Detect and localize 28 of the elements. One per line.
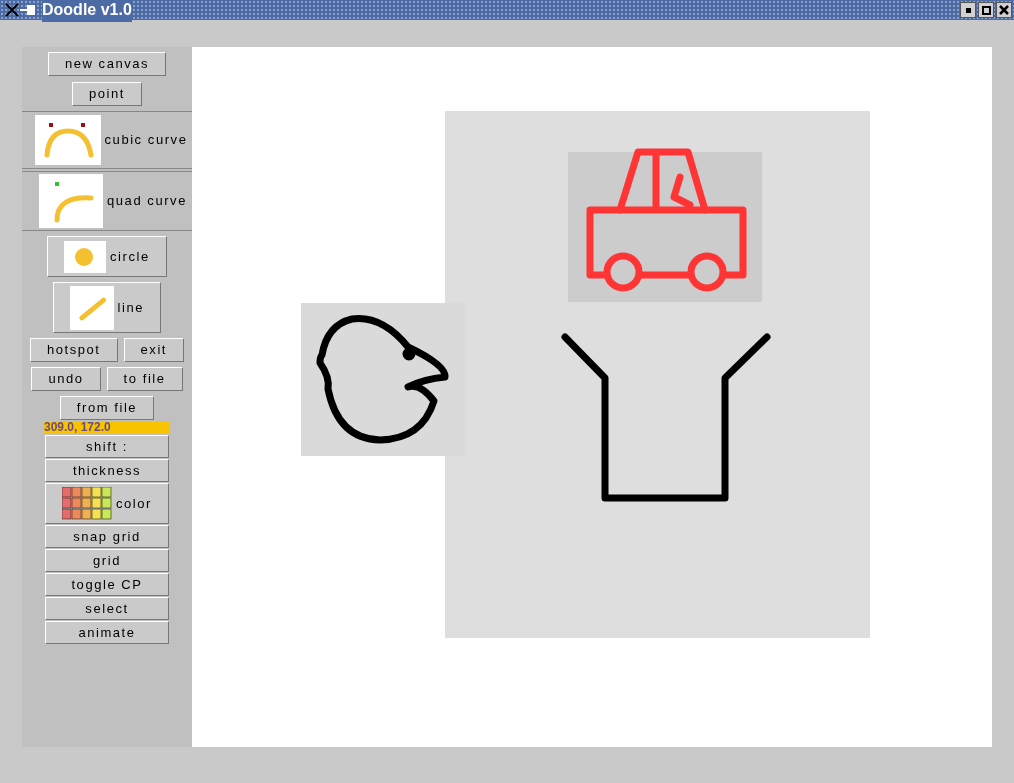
coordinates-readout: 309.0, 172.0 [44, 421, 170, 434]
minimize-button[interactable] [960, 2, 976, 18]
tool-button[interactable]: cubic curve [26, 112, 188, 168]
tool-button[interactable]: to file [106, 367, 183, 391]
tool-button[interactable]: toggle CP [45, 573, 169, 596]
window-title: Doodle v1.0 [42, 0, 132, 22]
tool-button[interactable]: snap grid [45, 525, 169, 548]
curve-icon [39, 174, 104, 228]
tool-button[interactable]: shift : [45, 435, 169, 458]
tool-button[interactable]: new canvas [47, 52, 167, 76]
tool-button[interactable]: grid [45, 549, 169, 572]
tool-button[interactable]: thickness [45, 459, 169, 482]
tool-button[interactable]: quad curve [27, 172, 187, 230]
tool-button[interactable]: line [53, 282, 161, 333]
tool-button[interactable]: animate [45, 621, 169, 644]
tool-button[interactable]: exit [123, 338, 185, 362]
tool-button[interactable]: undo [31, 367, 101, 391]
tool-button[interactable]: from file [59, 396, 155, 420]
tool-button[interactable]: select [45, 597, 169, 620]
arc-icon [34, 115, 101, 165]
maximize-button[interactable] [978, 2, 994, 18]
tool-button[interactable]: circle [47, 236, 167, 277]
palette-icon [62, 486, 112, 521]
tool-button[interactable]: hotspot [29, 338, 118, 362]
close-button[interactable] [996, 2, 1012, 18]
app-icon [4, 2, 38, 18]
tool-button[interactable]: point [72, 82, 142, 106]
tool-button[interactable]: color [45, 483, 169, 524]
